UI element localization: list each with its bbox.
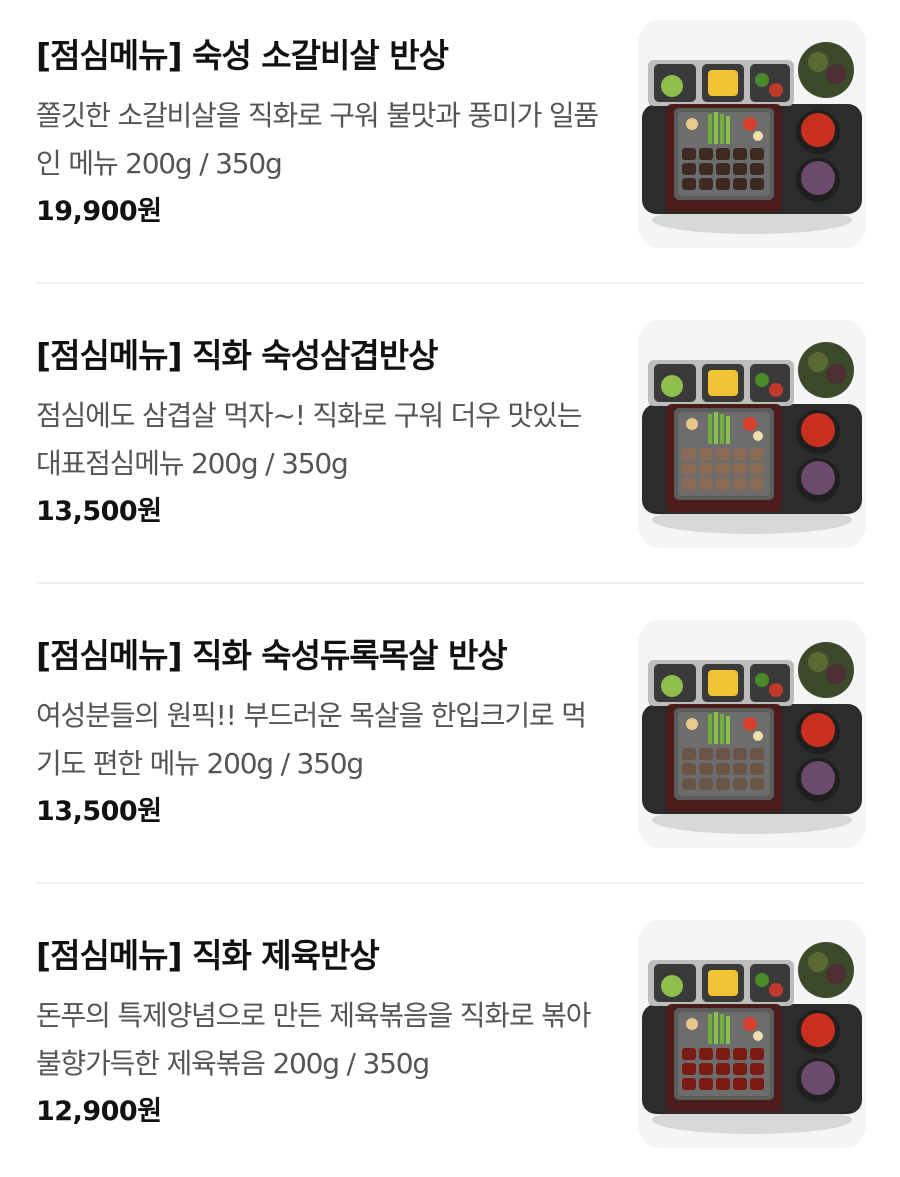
- menu-title: [점심메뉴] 직화 제육반상: [36, 936, 380, 975]
- menu-item-samgyeop[interactable]: [점심메뉴] 직화 숙성삼겹반상 점심에도 삼겹살 먹자~! 직화로 구워 더우…: [0, 300, 900, 600]
- divider: [36, 282, 864, 284]
- menu-title: [점심메뉴] 직화 숙성듀록목살 반상: [36, 636, 508, 675]
- lunch-tray-illustration: [638, 20, 866, 248]
- menu-list: [점심메뉴] 숙성 소갈비살 반상 쫄깃한 소갈비살을 직화로 구워 불맛과 풍…: [0, 0, 900, 1177]
- menu-item-jeyuk[interactable]: [점심메뉴] 직화 제육반상 돈푸의 특제양념으로 만든 제육볶음을 직화로 볶…: [0, 900, 900, 1177]
- menu-text: [점심메뉴] 직화 숙성듀록목살 반상 여성분들의 원픽!! 부드러운 목살을 …: [36, 634, 606, 832]
- menu-image[interactable]: [638, 620, 866, 848]
- lunch-tray-illustration: [638, 620, 866, 848]
- divider: [36, 882, 864, 884]
- menu-description: 점심에도 삼겹살 먹자~! 직화로 구워 더우 맛있는 대표점심메뉴 200g …: [36, 399, 582, 480]
- menu-image[interactable]: [638, 920, 866, 1148]
- menu-price: 13,500원: [36, 796, 162, 827]
- menu-text: [점심메뉴] 직화 제육반상 돈푸의 특제양념으로 만든 제육볶음을 직화로 볶…: [36, 934, 606, 1132]
- menu-price: 19,900원: [36, 196, 162, 227]
- menu-image[interactable]: [638, 20, 866, 248]
- menu-price: 13,500원: [36, 496, 162, 527]
- menu-title: [점심메뉴] 직화 숙성삼겹반상: [36, 336, 438, 375]
- menu-description: 쫄깃한 소갈비살을 직화로 구워 불맛과 풍미가 일품인 메뉴 200g / 3…: [36, 99, 599, 180]
- divider: [36, 582, 864, 584]
- menu-text: [점심메뉴] 숙성 소갈비살 반상 쫄깃한 소갈비살을 직화로 구워 불맛과 풍…: [36, 34, 606, 232]
- menu-item-moksal[interactable]: [점심메뉴] 직화 숙성듀록목살 반상 여성분들의 원픽!! 부드러운 목살을 …: [0, 600, 900, 900]
- menu-description: 돈푸의 특제양념으로 만든 제육볶음을 직화로 볶아 불향가득한 제육볶음 20…: [36, 999, 591, 1080]
- lunch-tray-illustration: [638, 320, 866, 548]
- menu-image[interactable]: [638, 320, 866, 548]
- menu-price: 12,900원: [36, 1096, 162, 1127]
- menu-item-galbisal[interactable]: [점심메뉴] 숙성 소갈비살 반상 쫄깃한 소갈비살을 직화로 구워 불맛과 풍…: [0, 0, 900, 300]
- menu-text: [점심메뉴] 직화 숙성삼겹반상 점심에도 삼겹살 먹자~! 직화로 구워 더우…: [36, 334, 606, 532]
- menu-description: 여성분들의 원픽!! 부드러운 목살을 한입크기로 먹기도 편한 메뉴 200g…: [36, 699, 587, 780]
- lunch-tray-illustration: [638, 920, 866, 1148]
- menu-title: [점심메뉴] 숙성 소갈비살 반상: [36, 36, 449, 75]
